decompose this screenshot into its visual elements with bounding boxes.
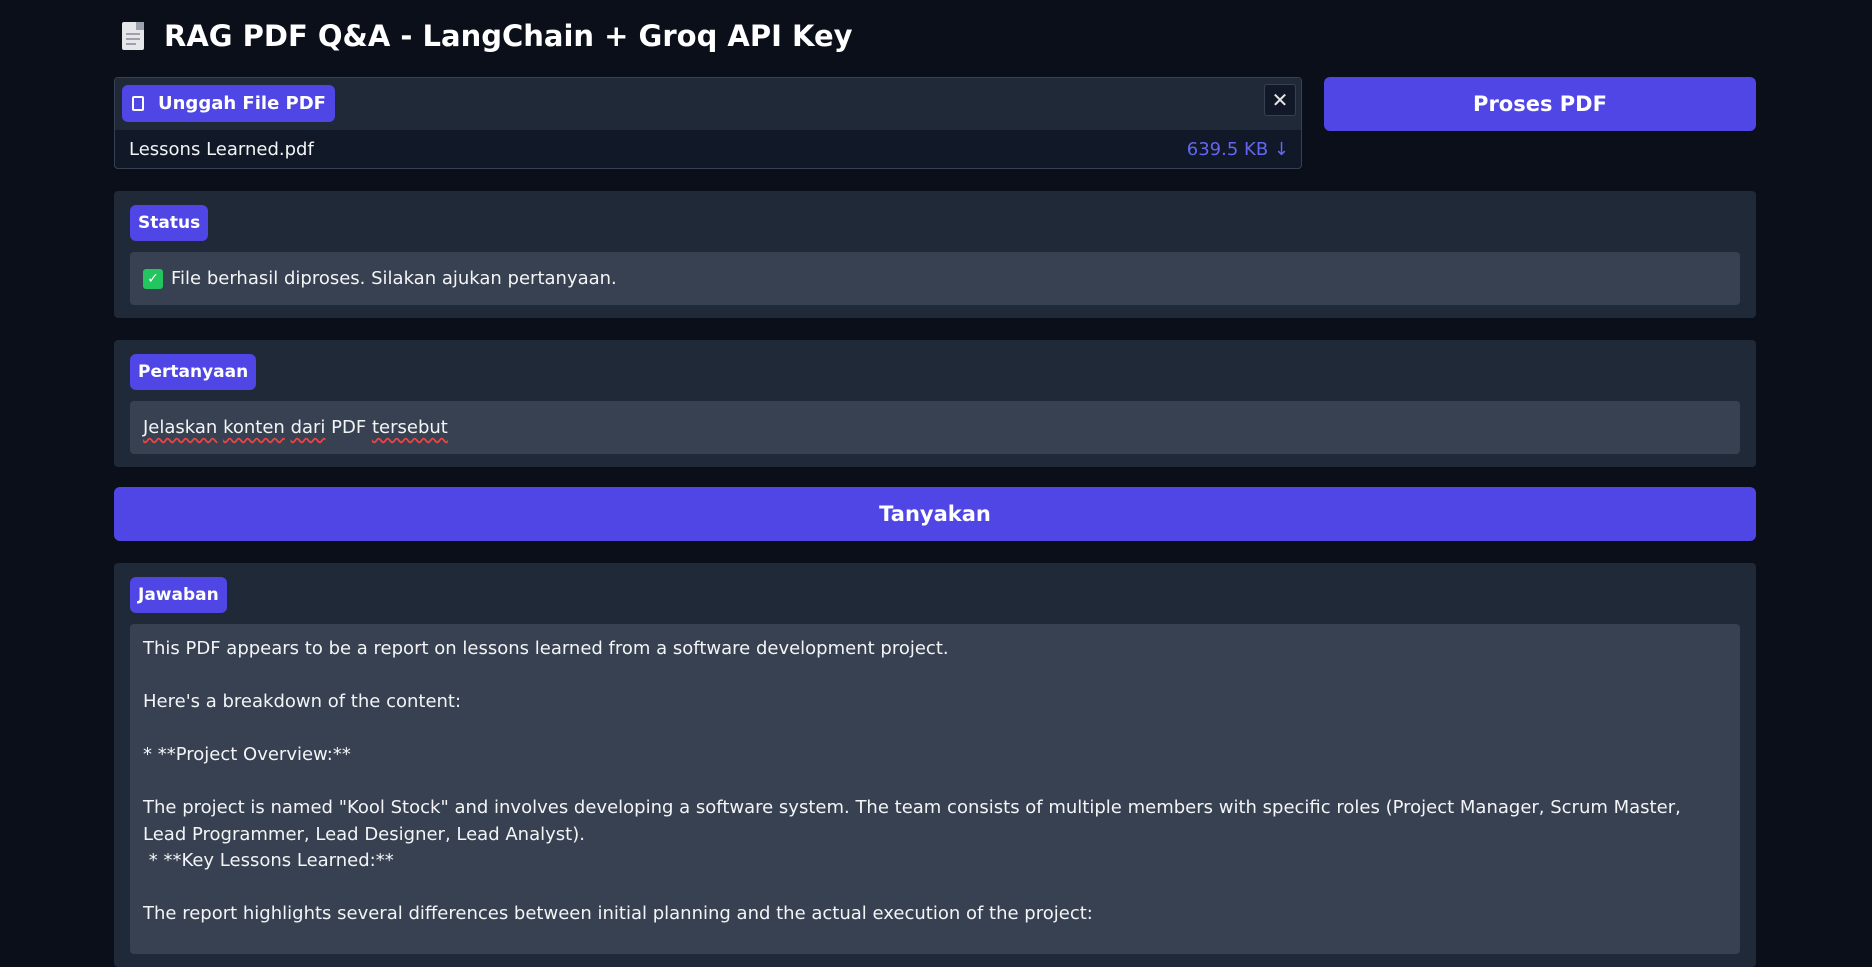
answer-line: The project is named "Kool Stock" and in… [143, 797, 1681, 845]
status-field: ✓ File berhasil diproses. Silakan ajukan… [130, 252, 1740, 305]
question-word: konten [223, 417, 285, 438]
upload-label: Unggah File PDF [122, 85, 335, 122]
upload-label-text: Unggah File PDF [158, 93, 326, 114]
question-label: Pertanyaan [130, 354, 257, 390]
upload-row: Unggah File PDF ✕ Lessons Learned.pdf 63… [114, 77, 1756, 169]
file-download-link[interactable]: 639.5 KB ↓ [1187, 139, 1289, 160]
check-icon: ✓ [143, 268, 163, 289]
answer-textbox[interactable]: This PDF appears to be a report on lesso… [130, 624, 1740, 954]
answer-line: This PDF appears to be a report on lesso… [143, 638, 949, 659]
question-word: PDF [331, 417, 367, 438]
answer-line: The report highlights several difference… [143, 903, 1093, 924]
answer-blank-line [143, 716, 1727, 743]
page-title: RAG PDF Q&A - LangChain + Groq API Key [164, 19, 853, 53]
status-text: File berhasil diproses. Silakan ajukan p… [171, 268, 617, 289]
status-label: Status [130, 205, 209, 241]
file-icon [132, 96, 144, 111]
file-upload-panel[interactable]: Unggah File PDF ✕ Lessons Learned.pdf 63… [114, 77, 1302, 169]
question-input[interactable]: Jelaskan konten dari PDF tersebut [130, 401, 1740, 454]
question-word: Jelaskan [143, 417, 218, 438]
file-name: Lessons Learned.pdf [129, 139, 314, 160]
answer-blank-line [143, 769, 1727, 796]
question-word: tersebut [371, 417, 448, 438]
answer-blank-line [143, 875, 1727, 902]
app-container: RAG PDF Q&A - LangChain + Groq API Key U… [114, 0, 1756, 967]
answer-label: Jawaban [130, 577, 227, 613]
process-pdf-button[interactable]: Proses PDF [1324, 77, 1756, 131]
header: RAG PDF Q&A - LangChain + Groq API Key [114, 0, 1756, 72]
answer-line: Here's a breakdown of the content: [143, 691, 462, 712]
answer-panel: Jawaban This PDF appears to be a report … [114, 563, 1756, 967]
status-panel: Status ✓ File berhasil diproses. Silakan… [114, 191, 1756, 318]
file-upload-header: Unggah File PDF ✕ [115, 78, 1301, 130]
page-icon [120, 20, 146, 52]
answer-blank-line [143, 663, 1727, 690]
answer-line: * **Key Lessons Learned:** [143, 850, 394, 871]
ask-button[interactable]: Tanyakan [114, 487, 1756, 541]
uploaded-file-row: Lessons Learned.pdf 639.5 KB ↓ [115, 130, 1301, 169]
question-panel: Pertanyaan Jelaskan konten dari PDF ters… [114, 340, 1756, 467]
answer-line: * **Project Overview:** [143, 744, 351, 765]
question-word: dari [290, 417, 326, 438]
close-icon[interactable]: ✕ [1264, 84, 1296, 116]
